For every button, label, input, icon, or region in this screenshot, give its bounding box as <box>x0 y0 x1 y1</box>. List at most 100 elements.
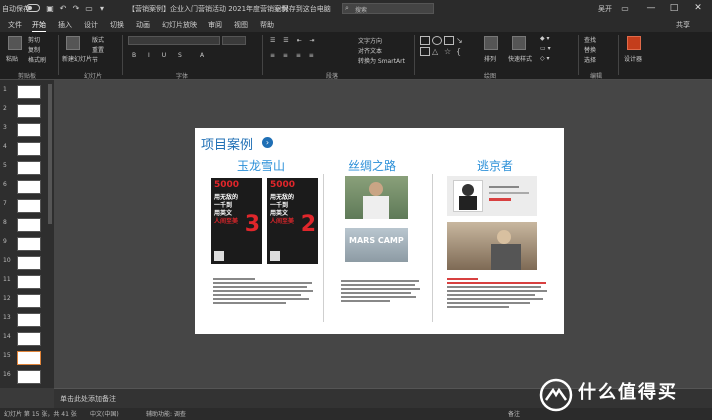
slide-thumbnail[interactable] <box>17 237 41 251</box>
font-color-icon[interactable]: A <box>200 52 204 59</box>
user-name[interactable]: 吴开 <box>598 4 612 14</box>
slide-thumbnail[interactable] <box>17 294 41 308</box>
slide-thumbnail[interactable] <box>17 256 41 270</box>
ribbon-divider <box>414 35 415 75</box>
column-title-silk-road: 丝绸之路 <box>348 159 397 173</box>
notes-toggle[interactable]: 备注 <box>508 409 520 418</box>
shape-effects-button[interactable]: ◇ ▾ <box>540 55 550 62</box>
share-button[interactable]: 共享 <box>676 19 690 31</box>
slide-counter: 幻灯片 第 15 张，共 41 张 <box>4 411 77 418</box>
paste-icon[interactable] <box>8 36 22 50</box>
find-button[interactable]: 查找 <box>584 35 596 44</box>
tab-animations[interactable]: 动画 <box>136 19 150 31</box>
autosave-toggle[interactable] <box>26 4 40 12</box>
slide-thumbnail[interactable] <box>17 123 41 137</box>
replace-button[interactable]: 替换 <box>584 45 596 54</box>
triangle-shape-icon[interactable]: △ <box>432 47 442 56</box>
tab-review[interactable]: 审阅 <box>208 19 222 31</box>
convert-smartart-button[interactable]: 转换为 SmartArt <box>358 56 405 65</box>
customize-toolbar-icon[interactable]: ▾ <box>97 4 107 13</box>
accessibility-indicator[interactable]: 辅助功能: 调查 <box>146 409 186 418</box>
slide-thumbnail-selected[interactable] <box>17 351 41 365</box>
slide-thumbnail[interactable] <box>17 332 41 346</box>
designer-icon[interactable] <box>627 36 641 50</box>
poster-line: 一千到 <box>214 202 233 209</box>
slide-thumbnail[interactable] <box>17 313 41 327</box>
title-bar: 自动保存 ▣ ↶ ↷ ▭ ▾ 【营销案例】企业入门营销活动 2021年度营销案例… <box>0 0 712 17</box>
slide[interactable]: 项目案例 › 玉龙雪山 丝绸之路 逃京者 5000 用无敌的 一千到 用英文 人… <box>195 128 564 334</box>
layout-button[interactable]: 版式 <box>92 35 104 44</box>
select-button[interactable]: 选择 <box>584 55 596 64</box>
tab-transitions[interactable]: 切换 <box>110 19 124 31</box>
new-slide-button[interactable]: 新建幻灯片 <box>62 54 92 63</box>
tab-help[interactable]: 帮助 <box>260 19 274 31</box>
case-description <box>447 278 551 310</box>
shape-fill-button[interactable]: ◆ ▾ <box>540 35 550 42</box>
list-buttons[interactable]: ☰ ☰ ⇤ ⇥ <box>270 37 318 44</box>
textbox-shape-icon[interactable] <box>444 36 454 45</box>
close-button[interactable]: ✕ <box>690 2 706 15</box>
shape-outline-button[interactable]: ▭ ▾ <box>540 45 551 52</box>
column-divider <box>323 174 324 322</box>
save-state[interactable]: - 已保存到这台电脑 <box>270 4 331 14</box>
slide-title: 项目案例 <box>201 138 254 153</box>
arrow-shape-icon[interactable]: ↘ <box>456 36 466 45</box>
group-drawing-label: 绘图 <box>484 73 497 80</box>
font-format-buttons[interactable]: B I U S <box>132 52 187 59</box>
language-indicator[interactable]: 中文(中国) <box>90 409 119 418</box>
cut-button[interactable]: 剪切 <box>28 35 40 44</box>
save-icon[interactable]: ▣ <box>45 4 55 13</box>
align-text-button[interactable]: 对齐文本 <box>358 46 382 55</box>
slide-thumbnail[interactable] <box>17 142 41 156</box>
thumbnail-scrollbar[interactable] <box>48 84 52 224</box>
tab-slideshow[interactable]: 幻灯片放映 <box>162 19 197 31</box>
paste-button[interactable]: 粘贴 <box>6 54 18 63</box>
tab-view[interactable]: 视图 <box>234 19 248 31</box>
new-slide-icon[interactable] <box>66 36 80 50</box>
slide-thumbnail[interactable] <box>17 104 41 118</box>
qr-code-icon <box>270 251 280 261</box>
poster-line: 人间至美 <box>270 218 295 225</box>
poster-line: 一千到 <box>270 202 289 209</box>
slide-thumbnail[interactable] <box>17 199 41 213</box>
slide-thumbnail[interactable] <box>17 218 41 232</box>
text-direction-button[interactable]: 文字方向 <box>358 36 382 45</box>
quick-styles-icon[interactable] <box>512 36 526 50</box>
tab-file[interactable]: 文件 <box>8 19 22 31</box>
oval-shape-icon[interactable] <box>432 36 442 45</box>
slide-thumbnail[interactable] <box>17 180 41 194</box>
notes-placeholder: 单击此处添加备注 <box>60 395 116 403</box>
copy-button[interactable]: 复制 <box>28 45 40 54</box>
reset-button[interactable]: 重置 <box>92 45 104 54</box>
minimize-button[interactable]: — <box>643 2 659 15</box>
undo-icon[interactable]: ↶ <box>58 4 68 13</box>
present-icon[interactable]: ▭ <box>84 4 94 13</box>
designer-button[interactable]: 设计器 <box>624 54 642 63</box>
slide-thumbnail[interactable] <box>17 370 41 384</box>
section-button[interactable]: 节 <box>92 55 98 64</box>
rectangle-shape-icon[interactable] <box>420 47 430 56</box>
font-size-field[interactable] <box>222 36 246 45</box>
slide-number: 10 <box>3 257 11 264</box>
brace-shape-icon[interactable]: { <box>456 47 466 56</box>
rectangle-shape-icon[interactable] <box>420 36 430 45</box>
align-buttons[interactable]: ≡ ≡ ≡ ≡ <box>270 52 317 59</box>
ribbon-display-icon[interactable]: ▭ <box>620 4 630 13</box>
arrange-icon[interactable] <box>484 36 498 50</box>
font-name-field[interactable] <box>128 36 220 45</box>
arrange-button[interactable]: 排列 <box>484 54 496 63</box>
search-box[interactable]: ⌕ 搜索 <box>342 3 434 14</box>
redo-icon[interactable]: ↷ <box>71 4 81 13</box>
tab-design[interactable]: 设计 <box>84 19 98 31</box>
star-shape-icon[interactable]: ☆ <box>444 47 454 56</box>
group-paragraph-label: 段落 <box>326 73 339 80</box>
tab-insert[interactable]: 插入 <box>58 19 72 31</box>
quick-styles-button[interactable]: 快速样式 <box>508 54 532 63</box>
slide-thumbnail[interactable] <box>17 85 41 99</box>
tab-home[interactable]: 开始 <box>32 19 46 33</box>
slide-thumbnail[interactable] <box>17 161 41 175</box>
format-painter-button[interactable]: 格式刷 <box>28 55 46 64</box>
maximize-button[interactable]: □ <box>666 2 682 15</box>
poster-image: 5000 用无敌的 一千到 用英文 人间至美 2 <box>267 178 318 264</box>
slide-thumbnail[interactable] <box>17 275 41 289</box>
